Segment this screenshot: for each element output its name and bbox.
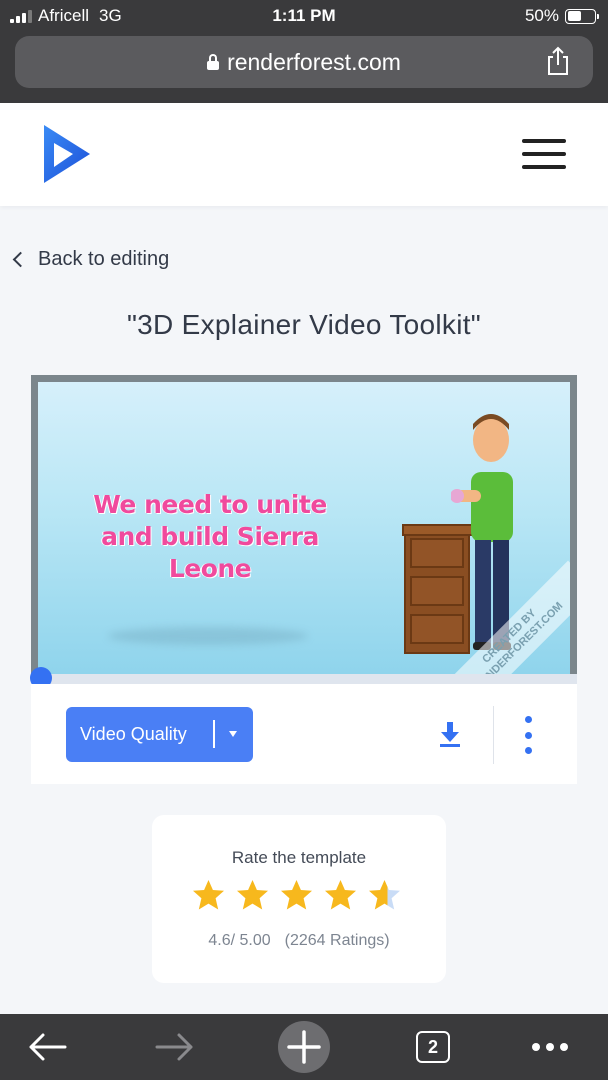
video-progress-track[interactable] <box>31 674 577 684</box>
video-player[interactable]: We need to unite and build Sierra Leone … <box>31 375 577 674</box>
tab-count: 2 <box>416 1031 450 1063</box>
forward-arrow-icon[interactable] <box>150 1014 200 1080</box>
more-icon[interactable] <box>525 1014 575 1080</box>
video-quality-label: Video Quality <box>80 724 187 744</box>
star-icon[interactable] <box>368 879 401 912</box>
site-header <box>0 103 608 206</box>
rate-template-label: Rate the template <box>231 848 367 867</box>
star-icon[interactable] <box>280 879 313 912</box>
rating-card: Rate the template 4.6/ 5.00 (2264 Ratings… <box>152 815 446 983</box>
share-icon[interactable] <box>545 46 571 76</box>
status-bar: Africell 3G 1:11 PM 50% <box>0 0 608 32</box>
browser-top-bar: Africell 3G 1:11 PM 50% renderforest.com <box>0 0 608 103</box>
star-icon[interactable] <box>324 879 357 912</box>
page-title: "3D Explainer Video Toolkit" <box>126 309 482 340</box>
rating-count: (2264 Ratings) <box>284 932 390 949</box>
back-arrow-icon[interactable] <box>22 1014 72 1080</box>
url-text: renderforest.com <box>227 48 401 75</box>
battery-percent: 50% <box>524 6 559 25</box>
hamburger-menu-icon[interactable] <box>522 139 566 169</box>
battery-icon <box>565 8 599 24</box>
new-tab-icon[interactable] <box>277 1014 331 1080</box>
video-shadow <box>108 627 308 645</box>
lock-icon <box>207 54 220 70</box>
video-overlay-text: We need to unite and build Sierra Leone <box>93 490 327 583</box>
rating-score: 4.6/ 5.00 <box>208 932 271 949</box>
renderforest-logo[interactable] <box>40 123 94 185</box>
vertical-dots-icon[interactable] <box>523 716 533 754</box>
battery-info: 50% <box>524 6 599 26</box>
video-quality-dropdown[interactable]: Video Quality <box>66 707 253 762</box>
clock: 1:11 PM <box>272 6 336 25</box>
back-label: Back to editing <box>38 248 170 270</box>
controls-divider <box>493 706 494 764</box>
tabs-icon[interactable]: 2 <box>413 1014 453 1080</box>
rating-summary: 4.6/ 5.00 (2264 Ratings) <box>152 932 446 950</box>
star-icon[interactable] <box>192 879 225 912</box>
star-icon[interactable] <box>236 879 269 912</box>
dropdown-divider <box>213 720 215 748</box>
address-bar[interactable]: renderforest.com <box>15 36 593 88</box>
back-to-editing-link[interactable]: Back to editing <box>12 248 169 271</box>
chevron-left-icon <box>12 251 29 268</box>
browser-bottom-bar: 2 <box>0 1014 608 1080</box>
player-controls: Video Quality <box>31 684 577 784</box>
video-frame[interactable]: We need to unite and build Sierra Leone … <box>38 382 570 674</box>
caret-down-icon <box>229 731 237 737</box>
download-icon[interactable] <box>439 722 461 748</box>
star-rating[interactable] <box>192 879 401 912</box>
